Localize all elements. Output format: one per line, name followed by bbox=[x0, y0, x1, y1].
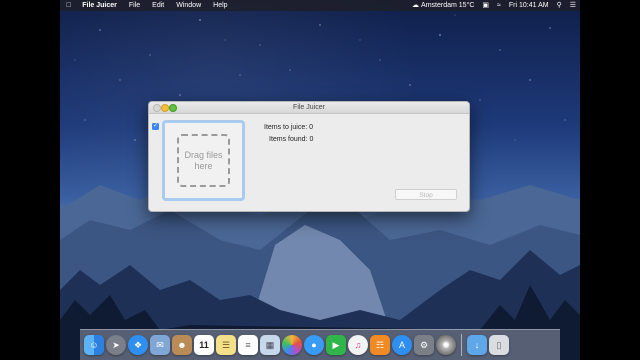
mail-icon[interactable]: ✉ bbox=[150, 335, 170, 355]
menu-window[interactable]: Window bbox=[170, 0, 207, 11]
file-juicer-icon[interactable]: ✺ bbox=[436, 335, 456, 355]
notification-center-icon[interactable]: ☰ bbox=[566, 0, 580, 11]
menu-edit[interactable]: Edit bbox=[146, 0, 170, 11]
contacts-icon[interactable]: ☻ bbox=[172, 335, 192, 355]
weather-icon: ☁ bbox=[412, 2, 420, 9]
wifi-icon[interactable]: ≈ bbox=[493, 0, 505, 11]
finder-icon[interactable]: ☺ bbox=[84, 335, 104, 355]
menu-help[interactable]: Help bbox=[207, 0, 233, 11]
safari-icon[interactable]: ❖ bbox=[128, 335, 148, 355]
drop-target: Drag files here bbox=[177, 134, 230, 187]
weather-text: Amsterdam 15°C bbox=[421, 2, 475, 9]
facetime-icon[interactable]: ▶ bbox=[326, 335, 346, 355]
weather-status[interactable]: ☁ Amsterdam 15°C bbox=[408, 0, 478, 11]
window-title: File Juicer bbox=[293, 104, 325, 111]
ibooks-icon[interactable]: ☶ bbox=[370, 335, 390, 355]
checkmark-icon: ✓ bbox=[152, 123, 159, 129]
drop-zone[interactable]: Drag files here bbox=[162, 120, 245, 201]
app-store-icon[interactable]: A bbox=[392, 335, 412, 355]
window-titlebar[interactable]: File Juicer bbox=[149, 102, 469, 114]
file-juicer-window: File Juicer ✓ Drag files here Items to j… bbox=[148, 101, 470, 212]
menu-file[interactable]: File bbox=[123, 0, 146, 11]
notes-icon[interactable]: ☰ bbox=[216, 335, 236, 355]
minimize-window-button[interactable] bbox=[161, 104, 169, 112]
apple-menu-icon[interactable]:  bbox=[60, 0, 77, 11]
preview-icon[interactable]: ▦ bbox=[260, 335, 280, 355]
system-preferences-icon[interactable]: ⚙ bbox=[414, 335, 434, 355]
options-checkbox[interactable]: ✓ bbox=[152, 123, 159, 130]
items-to-juice-count: Items to juice: 0 bbox=[264, 124, 314, 131]
zoom-window-button[interactable] bbox=[169, 104, 177, 112]
downloads-folder-icon[interactable]: ↓ bbox=[467, 335, 487, 355]
drop-zone-label: Drag files here bbox=[184, 149, 223, 171]
calendar-icon[interactable]: 11 bbox=[194, 335, 214, 355]
clock[interactable]: Fri 10:41 AM bbox=[505, 0, 553, 11]
calendar-day: 11 bbox=[199, 340, 209, 350]
items-found-count: Items found: 0 bbox=[269, 136, 314, 143]
close-window-button[interactable] bbox=[153, 104, 161, 112]
app-menu[interactable]: File Juicer bbox=[77, 0, 123, 11]
dock-separator bbox=[461, 334, 462, 356]
menu-bar:  File Juicer File Edit Window Help ☁ Am… bbox=[60, 0, 580, 11]
itunes-icon[interactable]: ♫ bbox=[348, 335, 368, 355]
photos-icon[interactable] bbox=[282, 335, 302, 355]
launchpad-icon[interactable]: ➤ bbox=[106, 335, 126, 355]
stop-button[interactable]: Stop bbox=[395, 189, 457, 200]
desktop:  File Juicer File Edit Window Help ☁ Am… bbox=[60, 0, 580, 360]
dock: ☺ ➤ ❖ ✉ ☻ 11 ☰ ≡ ▦ ● ▶ ♫ ☶ A ⚙ ✺ ↓ ▯ bbox=[80, 329, 560, 360]
messages-icon[interactable]: ● bbox=[304, 335, 324, 355]
spotlight-search-icon[interactable]: ⚲ bbox=[553, 0, 566, 11]
trash-icon[interactable]: ▯ bbox=[489, 335, 509, 355]
reminders-icon[interactable]: ≡ bbox=[238, 335, 258, 355]
airplay-icon[interactable]: ▣ bbox=[478, 0, 493, 11]
